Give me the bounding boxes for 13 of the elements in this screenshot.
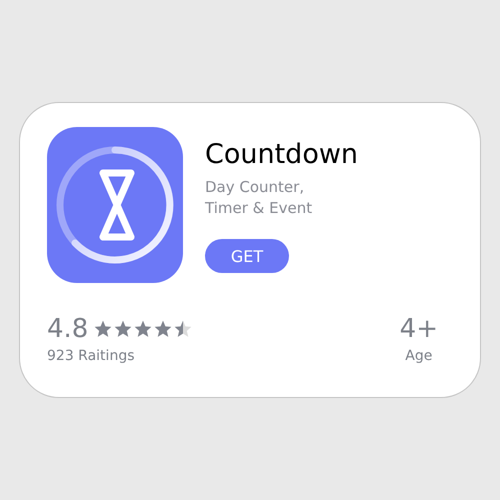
app-icon [47, 127, 183, 283]
age-rating: 4+ [400, 314, 438, 344]
get-button[interactable]: GET [205, 239, 289, 273]
app-subtitle: Day Counter, Timer & Event [205, 177, 314, 219]
star-icon [173, 319, 194, 339]
star-icon [133, 319, 154, 339]
age-label: Age [405, 348, 432, 364]
app-title: Countdown [205, 139, 358, 171]
star-icon [153, 319, 174, 339]
star-icon [93, 319, 114, 339]
ratings-count: 923 Raitings [47, 348, 134, 364]
star-icon [113, 319, 134, 339]
rating-score: 4.8 [47, 314, 88, 344]
